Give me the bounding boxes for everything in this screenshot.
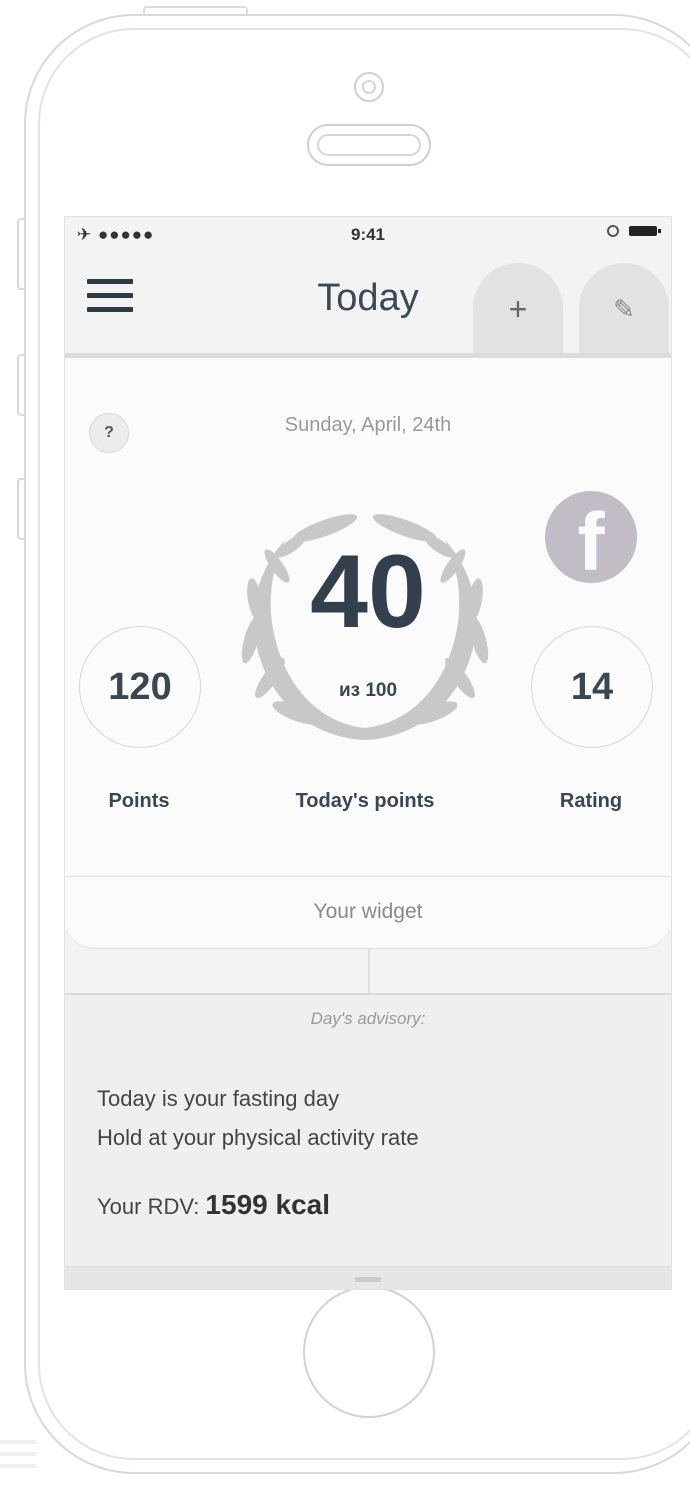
your-widget-button[interactable]: Your widget [65, 876, 671, 947]
volume-up-button [17, 354, 26, 416]
summary-card: ? Sunday, April, 24th f 120 40 из 100 14… [65, 358, 671, 949]
volume-down-button [17, 478, 26, 540]
orientation-lock-icon [607, 225, 619, 237]
rating-circle[interactable]: 14 [531, 626, 653, 748]
date-label: Sunday, April, 24th [284, 414, 452, 436]
drawer-handle[interactable] [65, 1266, 671, 1289]
rdv-label: Your RDV: [97, 1194, 206, 1219]
advisory-panel: Day's advisory: Today is your fasting da… [65, 993, 671, 1289]
points-label: Points [108, 790, 170, 812]
status-bar: ✈ ●●●●● 9:41 [65, 217, 671, 253]
advisory-title: Day's advisory: [310, 1009, 426, 1028]
battery-icon [629, 226, 661, 236]
earpiece-speaker [307, 124, 431, 166]
rdv-text: Your RDV: 1599 kcal [97, 1189, 330, 1221]
connector-line [368, 948, 370, 993]
front-camera [354, 72, 384, 102]
status-time: 9:41 [350, 225, 386, 244]
mute-switch [17, 218, 26, 290]
edit-button[interactable]: ✎ [579, 263, 669, 355]
today-points-label: Today's points [295, 790, 435, 812]
home-button[interactable] [303, 1286, 435, 1418]
status-right [607, 225, 661, 237]
rating-label: Rating [559, 790, 623, 812]
decorative-lines [0, 1440, 36, 1476]
app-screen: ✈ ●●●●● 9:41 Today + ✎ ? Sunday, April, … [64, 216, 672, 1290]
advisory-line: Hold at your physical activity rate [97, 1125, 419, 1150]
nav-bar: Today + ✎ [65, 253, 671, 355]
advisory-line: Today is your fasting day [97, 1086, 340, 1111]
add-button[interactable]: + [473, 263, 563, 355]
power-button [143, 6, 248, 16]
rdv-value: 1599 kcal [205, 1189, 330, 1220]
